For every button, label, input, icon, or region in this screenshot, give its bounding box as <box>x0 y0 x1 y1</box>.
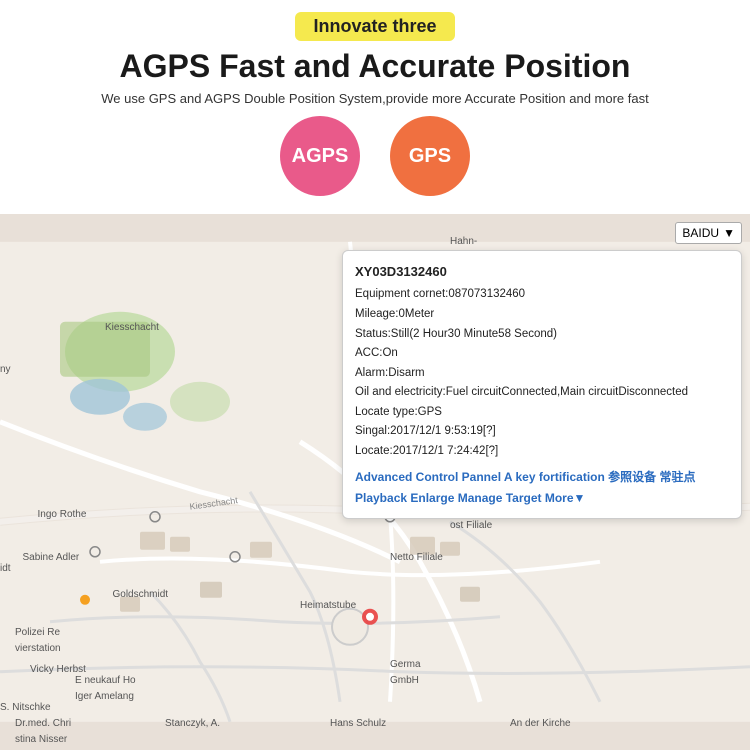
map-section: Kiesschacht KiesschachtIngo RotheDeutsch… <box>0 214 750 750</box>
acc-line: ACC:On <box>355 344 729 364</box>
map-label: Iger Amelang <box>75 691 134 702</box>
locate-line: Locate:2017/12/1 7:24:42[?] <box>355 442 729 462</box>
map-label: S. Nitschke <box>0 702 51 713</box>
innovate-badge: Innovate three <box>295 12 454 41</box>
map-label: GmbH <box>390 675 419 686</box>
map-label: ny <box>0 364 11 375</box>
agps-icon: AGPS <box>280 116 360 196</box>
oil-line: Oil and electricity:Fuel circuitConnecte… <box>355 383 729 403</box>
map-label: E neukauf Ho <box>75 675 136 686</box>
map-label: Dr.med. Chri <box>15 718 71 729</box>
mileage-line: Mileage:0Meter <box>355 305 729 325</box>
baidu-dropdown[interactable]: BAIDU ▼ <box>675 222 742 244</box>
main-title: AGPS Fast and Accurate Position <box>20 47 730 85</box>
page-wrapper: Innovate three AGPS Fast and Accurate Po… <box>0 0 750 750</box>
map-label: Kiesschacht <box>105 322 159 333</box>
map-label: Heimatstube <box>300 600 356 611</box>
icons-row: AGPS GPS <box>20 116 730 196</box>
map-label: Sabine Adler <box>23 552 80 563</box>
map-label: Hans Schulz <box>330 718 386 729</box>
map-label: idt <box>0 563 11 574</box>
subtitle: We use GPS and AGPS Double Position Syst… <box>20 91 730 106</box>
map-label: stina Nisser <box>15 734 67 745</box>
signal-line: Singal:2017/12/1 9:53:19[?] <box>355 422 729 442</box>
status-line: Status:Still(2 Hour30 Minute58 Second) <box>355 325 729 345</box>
map-label: ost Filiale <box>450 520 492 531</box>
action-line-1[interactable]: Advanced Control Pannel A key fortificat… <box>355 467 729 487</box>
baidu-label: BAIDU <box>682 226 719 240</box>
map-label: Stanczyk, A. <box>165 718 220 729</box>
map-label: Netto Filiale <box>390 552 443 563</box>
action-links: Advanced Control Pannel A key fortificat… <box>355 467 729 508</box>
map-label: vierstation <box>15 643 61 654</box>
alarm-line: Alarm:Disarm <box>355 364 729 384</box>
map-label: Ingo Rothe <box>38 509 87 520</box>
device-id: XY03D3132460 <box>355 261 729 283</box>
top-section: Innovate three AGPS Fast and Accurate Po… <box>0 0 750 214</box>
equipment-line: Equipment cornet:0870731​32460 <box>355 285 729 305</box>
info-card: XY03D3132460 Equipment cornet:0870731​32… <box>342 250 742 519</box>
map-label: Polizei Re <box>15 627 60 638</box>
map-label: Goldschmidt <box>113 589 169 600</box>
dropdown-arrow-icon: ▼ <box>723 226 735 240</box>
map-label: Germa <box>390 659 421 670</box>
map-label: Vicky Herbst <box>30 664 86 675</box>
map-label: Hahn- <box>450 236 477 247</box>
action-line-2[interactable]: Playback Enlarge Manage Target More▼ <box>355 488 729 508</box>
map-label: An der Kirche <box>510 718 571 729</box>
locate-type-line: Locate type:GPS <box>355 403 729 423</box>
gps-icon: GPS <box>390 116 470 196</box>
